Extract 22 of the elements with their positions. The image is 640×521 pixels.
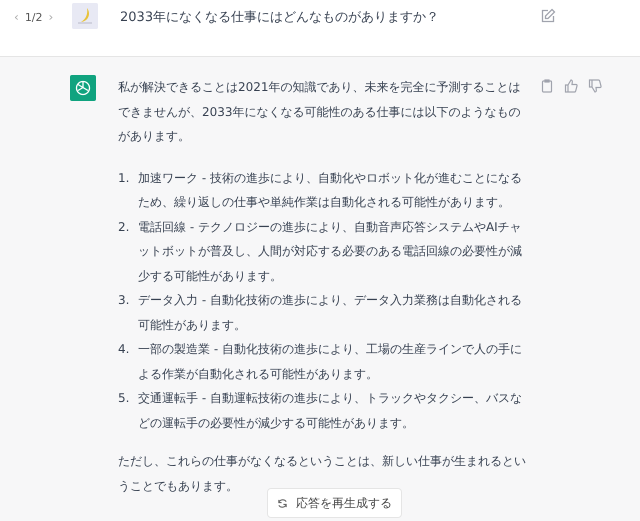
list-number: 2.: [118, 218, 130, 236]
list-item-text: 加速ワーク - 技術の進歩により、自動化やロボット化が進むことになるため、繰り返しの仕事や単純作業は自動化される可能性があります。: [138, 170, 523, 211]
refresh-icon: [277, 498, 288, 508]
question-text: 2033年になくなる仕事にはどんなものがありますか？: [120, 9, 440, 26]
list-item-text: 交通運転手 - 自動運転技術の進歩により、トラックやタクシー、バスなどの運転手の必要性が減少する可能性があります。: [138, 390, 523, 432]
previous-button[interactable]: ‹: [14, 10, 19, 24]
thumbs-up-icon[interactable]: [564, 79, 578, 93]
answer-intro: 私が解決できることは2021年の知識であり、未来を完全に予測することはできませんが、2033年になくなる可能性のある仕事には以下のようなものがあります。: [118, 79, 522, 145]
assistant-logo-icon: [70, 75, 96, 101]
list-item-text: 電話回線 - テクノロジーの進歩により、自動音声応答システムやAIチャットボットが普及し、人間が対応する必要のある電話回線の必要性が減少する可能性があります。: [138, 218, 523, 284]
list-number: 4.: [118, 341, 130, 358]
regenerate-button[interactable]: 応答を再生成する: [267, 488, 402, 518]
list-number: 1.: [118, 170, 130, 186]
thumbs-down-icon[interactable]: [588, 79, 602, 93]
copy-icon[interactable]: [540, 79, 554, 93]
list-number: 3.: [118, 292, 130, 309]
list-item-text: データ入力 - 自動化技術の進歩により、データ入力業務は自動化される可能性があります。: [138, 292, 523, 334]
list-item-text: 一部の製造業 - 自動化技術の進歩により、工場の生産ラインで人の手による作業が自動化される可能性があります。: [138, 341, 523, 382]
list-number: 5.: [118, 390, 130, 407]
next-button[interactable]: ›: [48, 10, 54, 24]
edit-icon[interactable]: [540, 8, 556, 24]
page-counter: 1/2: [24, 10, 43, 24]
